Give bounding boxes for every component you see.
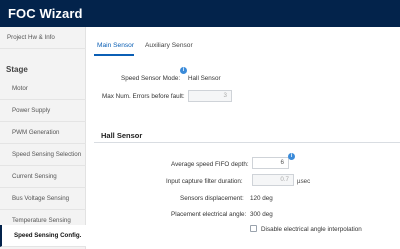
capture-filter-unit: µsec: [297, 178, 311, 185]
sidebar-item-project-hw-info[interactable]: Project Hw & Info: [0, 27, 86, 49]
fifo-depth-input[interactable]: 6: [252, 157, 289, 169]
sensors-displacement-value: 120 deg: [250, 195, 273, 202]
sidebar-item-power-supply[interactable]: Power Supply: [0, 100, 86, 122]
capture-filter-input[interactable]: 0.7: [252, 174, 294, 186]
speed-sensor-mode-label: Speed Sensor Mode:: [121, 75, 181, 82]
sensors-displacement-label: Sensors displacement:: [180, 195, 244, 202]
fifo-depth-label: Average speed FIFO depth:: [171, 161, 249, 168]
placement-angle-label: Placement electrical angle:: [171, 211, 247, 218]
placement-angle-value: 300 deg: [250, 211, 273, 218]
max-errors-label: Max Num. Errors before fault:: [102, 93, 185, 100]
info-icon[interactable]: i: [288, 153, 295, 160]
max-errors-input[interactable]: 3: [188, 90, 232, 102]
sidebar-item-pwm-generation[interactable]: PWM Generation: [0, 122, 86, 144]
app-header: FOC Wizard: [0, 0, 400, 27]
hall-sensor-section-title: Hall Sensor: [101, 131, 143, 140]
info-icon[interactable]: i: [180, 67, 187, 74]
sidebar-section-stage: Stage: [6, 65, 28, 74]
section-divider: [94, 142, 400, 143]
sidebar-item-speed-sensing-config[interactable]: Speed Sensing Config.: [0, 225, 86, 247]
capture-filter-label: Input capture filter duration:: [166, 178, 243, 185]
tab-main-sensor[interactable]: Main Sensor: [97, 42, 134, 49]
foc-wizard-window: FOC Wizard Project Hw & Info Stage Motor…: [0, 0, 400, 249]
sidebar-item-speed-sensing-selection[interactable]: Speed Sensing Selection: [0, 144, 86, 166]
tab-auxiliary-sensor[interactable]: Auxiliary Sensor: [145, 42, 193, 49]
disable-interpolation-label: Disable electrical angle interpolation: [261, 226, 362, 233]
sidebar: Project Hw & Info Stage Motor Power Supp…: [0, 27, 86, 249]
sidebar-item-current-sensing[interactable]: Current Sensing: [0, 166, 86, 188]
app-title: FOC Wizard: [8, 6, 83, 21]
sidebar-item-bus-voltage-sensing[interactable]: Bus Voltage Sensing: [0, 188, 86, 210]
sidebar-item-motor[interactable]: Motor: [0, 78, 86, 100]
active-tab-indicator: [94, 54, 134, 56]
speed-sensor-mode-value: Hall Sensor: [188, 75, 221, 82]
disable-interpolation-checkbox[interactable]: [250, 225, 257, 232]
